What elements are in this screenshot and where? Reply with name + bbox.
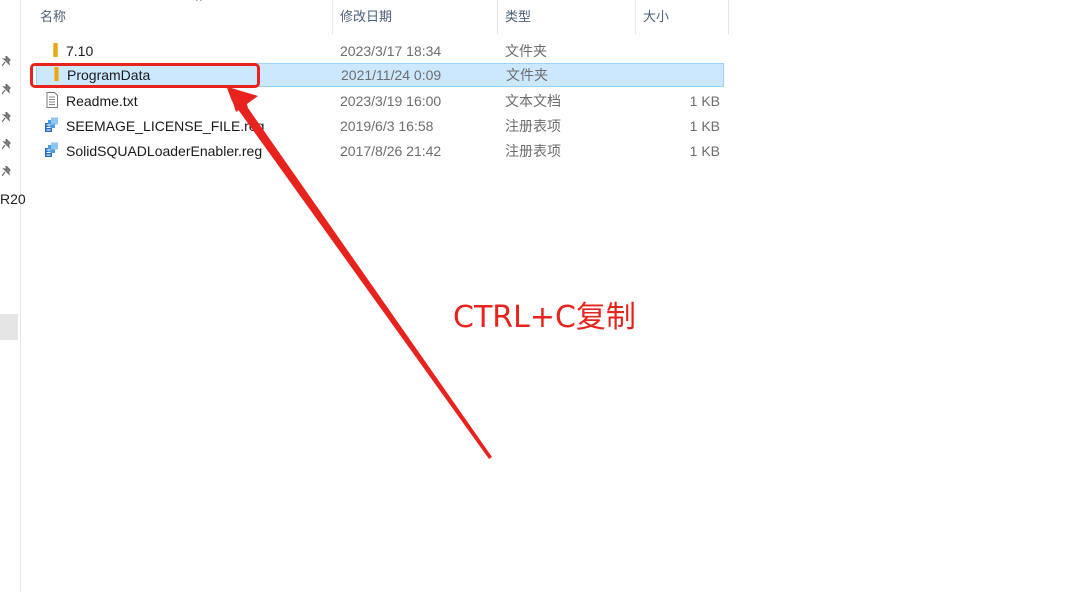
file-name: Readme.txt — [66, 93, 138, 109]
file-name: SolidSQUADLoaderEnabler.reg — [66, 143, 263, 159]
file-size: 1 KB — [689, 93, 720, 109]
file-row[interactable]: SEEMAGE_LICENSE_FILE.reg 2019/6/3 16:58 … — [36, 114, 724, 138]
pin-icon[interactable] — [2, 56, 12, 68]
file-type: 文本文档 — [505, 93, 561, 109]
pin-icon[interactable] — [2, 112, 12, 124]
file-type: 文件夹 — [505, 43, 547, 59]
registry-file-icon — [45, 117, 58, 132]
file-size: 1 KB — [689, 143, 720, 159]
nav-scroll-block[interactable] — [0, 314, 18, 340]
file-modified: 2017/8/26 21:42 — [340, 143, 442, 159]
file-modified: 2023/3/17 18:34 — [340, 43, 442, 59]
column-header-size[interactable]: 大小 — [637, 0, 727, 34]
navigation-pane: R20 — [0, 0, 26, 592]
file-type: 注册表项 — [505, 118, 561, 134]
file-size: 1 KB — [689, 118, 720, 134]
file-modified: 2021/11/24 0:09 — [341, 67, 442, 83]
file-modified: 2019/6/3 16:58 — [340, 118, 434, 134]
registry-file-icon — [45, 142, 58, 157]
file-row[interactable]: 7.10 2023/3/17 18:34 文件夹 — [36, 39, 724, 63]
column-divider[interactable] — [332, 0, 333, 34]
pin-icon[interactable] — [2, 84, 12, 96]
nav-item-truncated[interactable]: R20 — [0, 191, 26, 207]
pin-icon[interactable] — [2, 166, 12, 178]
column-header-modified[interactable]: 修改日期 — [334, 0, 496, 34]
column-divider[interactable] — [728, 0, 729, 34]
file-name: 7.10 — [66, 43, 94, 59]
file-name: SEEMAGE_LICENSE_FILE.reg — [66, 118, 265, 134]
sort-ascending-icon: ^ — [196, 0, 202, 8]
file-modified: 2023/3/19 16:00 — [340, 93, 442, 109]
annotation-label: CTRL+C复制 — [453, 300, 636, 335]
folder-icon — [53, 43, 58, 57]
pin-icon[interactable] — [2, 139, 12, 151]
file-type: 注册表项 — [505, 143, 561, 159]
column-header-bar: 名称 ^ 修改日期 类型 大小 — [20, 0, 730, 34]
file-row[interactable]: SolidSQUADLoaderEnabler.reg 2017/8/26 21… — [36, 139, 724, 163]
text-file-icon — [46, 92, 58, 108]
column-header-type[interactable]: 类型 — [499, 0, 633, 34]
column-header-name[interactable]: 名称 — [34, 0, 330, 34]
file-row[interactable]: Readme.txt 2023/3/19 16:00 文本文档 1 KB — [36, 89, 724, 113]
column-divider[interactable] — [497, 0, 498, 34]
annotation-highlight-box — [30, 63, 260, 88]
column-divider[interactable] — [635, 0, 636, 34]
file-type: 文件夹 — [506, 67, 548, 83]
